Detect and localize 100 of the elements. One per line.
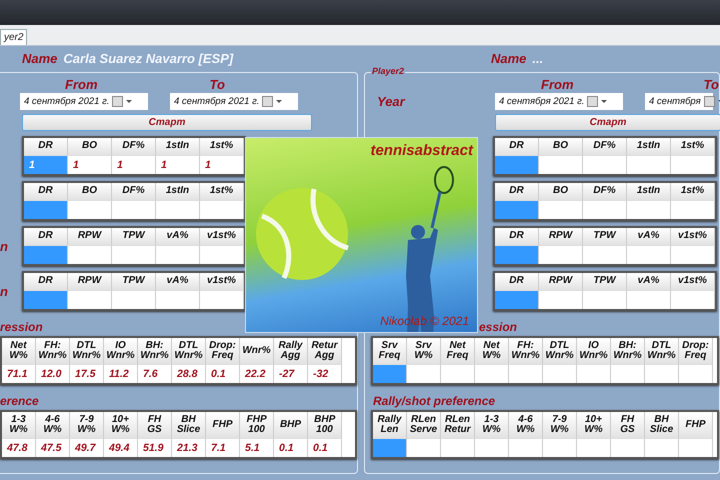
table-cell[interactable]: 47.8 [2,438,36,457]
table-cell[interactable] [200,245,244,264]
column-header: FHP [206,412,240,438]
table-cell[interactable]: 1 [68,155,112,174]
table-cell[interactable] [539,245,583,264]
table-cell[interactable] [645,438,679,457]
column-header: DR [24,138,68,155]
table-cell[interactable] [112,245,156,264]
table-cell[interactable]: 5.1 [240,438,274,457]
table-cell[interactable]: 0.1 [274,438,308,457]
table-cell[interactable]: 17.5 [70,364,104,383]
calendar-icon [112,96,124,107]
table-cell[interactable] [112,290,156,309]
table-cell[interactable]: 7.6 [138,364,172,383]
table-cell[interactable] [583,245,627,264]
table-cell[interactable] [112,200,156,219]
date-picker[interactable]: 4 сентября 2021 г. [495,93,623,110]
table-cell[interactable] [407,364,441,383]
table-cell[interactable] [156,200,200,219]
table-cell[interactable] [577,438,611,457]
table-cell[interactable] [671,290,715,309]
column-header: 1st% [200,183,244,200]
table-cell[interactable]: 49.4 [104,438,138,457]
table-cell[interactable] [495,200,539,219]
table-cell[interactable] [68,245,112,264]
table-cell[interactable] [407,438,441,457]
table-cell[interactable] [441,364,475,383]
table-cell[interactable] [24,200,68,219]
table-cell[interactable]: 71.1 [2,364,36,383]
table-cell[interactable] [475,364,509,383]
start-button[interactable]: Старт [495,114,720,131]
column-header: Retur Agg [308,338,342,364]
table-cell[interactable]: 49.7 [70,438,104,457]
date-picker[interactable]: 4 сентября 2021 г. [170,93,298,110]
table-cell[interactable] [373,364,407,383]
table-cell[interactable]: 1 [156,155,200,174]
table-cell[interactable]: 51.9 [138,438,172,457]
table-cell[interactable]: 11.2 [104,364,138,383]
table-cell[interactable] [679,364,713,383]
table-cell[interactable]: 7.1 [206,438,240,457]
column-header: 4-6 W% [36,412,70,438]
table-cell[interactable]: 0.1 [308,438,342,457]
table-cell[interactable]: 28.8 [172,364,206,383]
table-cell[interactable] [539,290,583,309]
table-cell[interactable] [543,438,577,457]
table-cell[interactable] [200,200,244,219]
date-picker[interactable]: 4 сентября 2021 г. [20,93,148,110]
table-cell[interactable] [583,200,627,219]
table-cell[interactable] [543,364,577,383]
table-cell[interactable] [24,290,68,309]
start-button[interactable]: Старт [22,114,312,131]
row-label: n [0,238,9,254]
from-label: From [541,76,574,92]
table-cell[interactable] [24,245,68,264]
table-cell[interactable] [611,438,645,457]
table-cell[interactable] [539,200,583,219]
table-cell[interactable] [583,155,627,174]
tab[interactable]: yer2 [0,29,28,45]
table-cell[interactable] [627,290,671,309]
calendar-icon [704,96,715,107]
table-cell[interactable] [671,155,715,174]
table-cell[interactable] [373,438,407,457]
table-cell[interactable] [611,364,645,383]
table-cell[interactable] [441,438,475,457]
table-cell[interactable] [68,290,112,309]
table-cell[interactable] [509,364,543,383]
table-cell[interactable] [68,200,112,219]
column-header: Net Freq [441,338,475,364]
table-cell[interactable] [627,155,671,174]
table-cell[interactable]: 21.3 [172,438,206,457]
table-cell[interactable] [671,200,715,219]
table-cell[interactable]: 22.2 [240,364,274,383]
table-cell[interactable]: 12.0 [36,364,70,383]
table-cell[interactable]: -32 [308,364,342,383]
table-cell[interactable]: 1 [200,155,244,174]
table-cell[interactable] [200,290,244,309]
table-cell[interactable] [583,290,627,309]
table-cell[interactable]: -27 [274,364,308,383]
table-cell[interactable] [539,155,583,174]
table-cell[interactable] [679,438,713,457]
table-cell[interactable] [156,290,200,309]
table-cell[interactable] [577,364,611,383]
table-cell[interactable]: 47.5 [36,438,70,457]
table-cell[interactable] [475,438,509,457]
table-cell[interactable] [627,245,671,264]
table-cell[interactable] [156,245,200,264]
row-label: n [0,284,9,298]
section-title: ession [479,320,518,336]
table-cell[interactable] [645,364,679,383]
column-header: DF% [112,183,156,200]
table-cell[interactable]: 0.1 [206,364,240,383]
table-cell[interactable] [509,438,543,457]
table-cell[interactable] [671,245,715,264]
table-cell[interactable] [627,200,671,219]
table-cell[interactable] [495,155,539,174]
table-cell[interactable] [495,290,539,309]
table-cell[interactable] [495,245,539,264]
table-cell[interactable]: 1 [112,155,156,174]
column-header: v1st% [671,273,715,290]
column-header: 4-6 W% [509,412,543,438]
